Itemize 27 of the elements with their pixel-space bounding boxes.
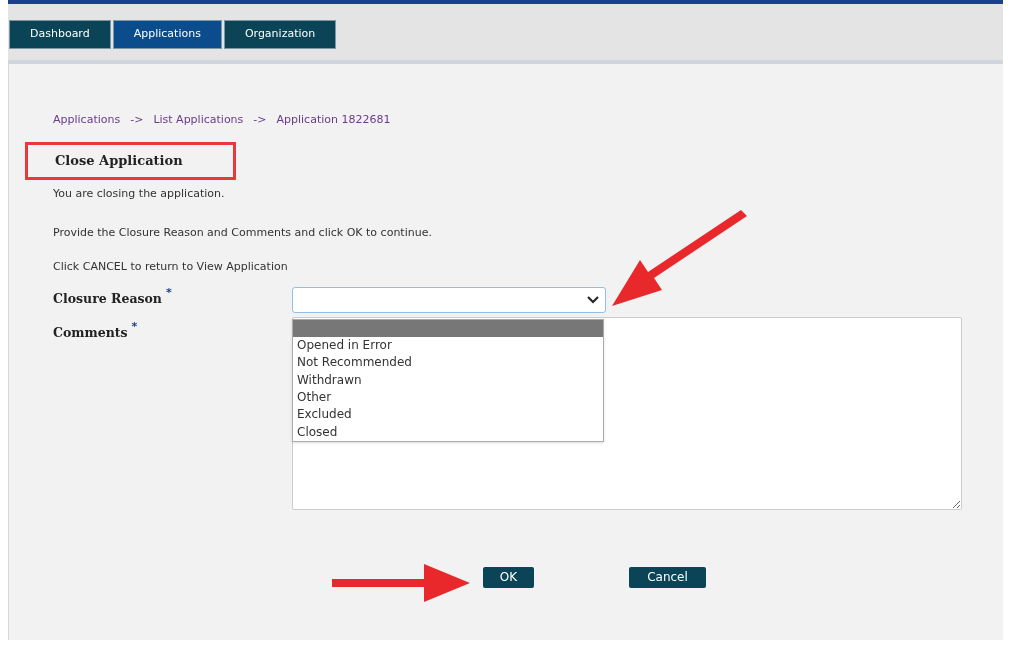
dropdown-option[interactable] [293, 319, 603, 337]
required-mark: * [131, 320, 138, 332]
field-label: Comments [53, 323, 128, 342]
required-mark: * [165, 287, 172, 299]
chevron-down-icon [587, 295, 599, 304]
closure-reason-select[interactable] [292, 286, 606, 313]
field-label: Closure Reason [53, 290, 162, 309]
instruction-text: Provide the Closure Reason and Comments and click OK to continue. [53, 224, 433, 241]
instruction-text: Click CANCEL to return to View Application [53, 259, 289, 275]
instruction-text: You are closing the application. [53, 186, 226, 202]
nav-tab[interactable]: Applications [112, 20, 222, 49]
dropdown-option[interactable]: Opened in Error [293, 336, 603, 355]
breadcrumb-separator: -> [253, 111, 267, 128]
breadcrumb-separator: -> [130, 111, 144, 128]
dropdown-option[interactable]: Closed [293, 423, 603, 442]
breadcrumb-link[interactable]: Application 1822681 [276, 111, 391, 129]
breadcrumb-link[interactable]: Applications [53, 111, 121, 129]
ok-button[interactable]: OK [483, 566, 534, 588]
dropdown-option[interactable]: Excluded [293, 406, 603, 424]
dropdown-option[interactable]: Not Recommended [293, 354, 603, 372]
breadcrumb-link[interactable]: List Applications [153, 111, 244, 129]
dropdown-option[interactable]: Other [293, 389, 603, 407]
page-heading: Close Application [55, 152, 183, 171]
nav-tab[interactable]: Dashboard [9, 20, 111, 49]
nav-tab[interactable]: Organization [223, 20, 337, 49]
dropdown-option[interactable]: Withdrawn [293, 371, 603, 390]
cancel-button[interactable]: Cancel [629, 566, 706, 588]
